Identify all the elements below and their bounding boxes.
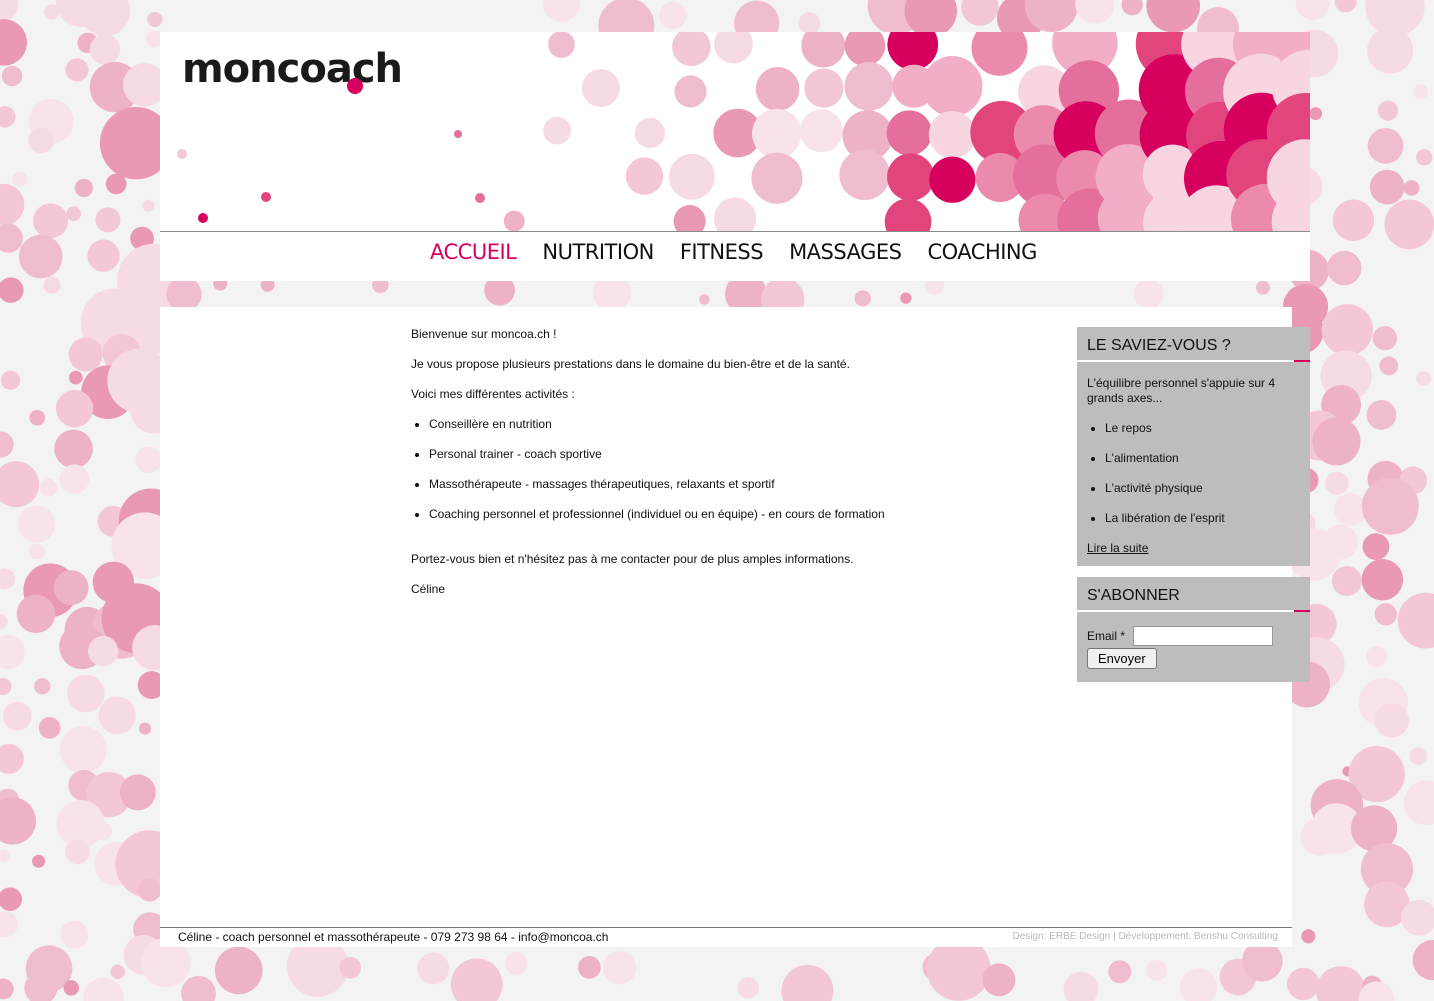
main-navigation: ACCUEIL NUTRITION FITNESS MASSAGES COACH… xyxy=(430,240,1037,264)
activities-heading: Voici mes différentes activités : xyxy=(411,387,575,401)
subscribe-title: S'ABONNER xyxy=(1077,577,1310,612)
closing-text: Portez-vous bien et n'hésitez pas à me c… xyxy=(411,552,854,566)
intro-text: Je vous propose plusieurs prestations da… xyxy=(411,357,850,371)
footer-contact: Céline - coach personnel et massothérape… xyxy=(178,930,609,944)
nav-item-massages[interactable]: MASSAGES xyxy=(789,240,902,264)
email-label: Email * xyxy=(1087,628,1126,643)
list-item: Massothérapeute - massages thérapeutique… xyxy=(429,477,1011,492)
list-item: Le repos xyxy=(1105,421,1300,436)
list-item: Personal trainer - coach sportive xyxy=(429,447,1011,462)
activities-list: Conseillère en nutrition Personal traine… xyxy=(411,417,1011,522)
list-item: Conseillère en nutrition xyxy=(429,417,1011,432)
logo-dot-icon xyxy=(347,78,363,94)
nav-item-coaching[interactable]: COACHING xyxy=(927,240,1037,264)
page-content: Bienvenue sur moncoa.ch ! Je vous propos… xyxy=(411,327,1011,612)
footer-credits[interactable]: Design: ERBE Design | Développement: Ben… xyxy=(1012,931,1278,942)
list-item: L'activité physique xyxy=(1105,481,1300,496)
site-footer: Céline - coach personnel et massothérape… xyxy=(160,927,1292,947)
welcome-text: Bienvenue sur moncoa.ch ! xyxy=(411,327,557,341)
email-input[interactable] xyxy=(1133,626,1274,646)
nav-item-fitness[interactable]: FITNESS xyxy=(680,240,764,264)
send-button[interactable]: Envoyer xyxy=(1087,648,1157,669)
list-item: La libération de l'esprit xyxy=(1105,511,1300,526)
subscribe-box: S'ABONNER Email * Envoyer xyxy=(1077,577,1310,682)
did-you-know-body: L'équilibre personnel s'appuie sur 4 gra… xyxy=(1077,362,1310,556)
list-item: L'alimentation xyxy=(1105,451,1300,466)
list-item: Coaching personnel et professionnel (ind… xyxy=(429,507,1011,522)
nav-item-accueil[interactable]: ACCUEIL xyxy=(430,240,517,264)
read-more-link[interactable]: Lire la suite xyxy=(1087,541,1148,555)
email-row: Email * xyxy=(1087,626,1300,646)
did-you-know-title: LE SAVIEZ-VOUS ? xyxy=(1077,327,1310,362)
main-navigation-bar: ACCUEIL NUTRITION FITNESS MASSAGES COACH… xyxy=(160,231,1310,281)
did-you-know-intro: L'équilibre personnel s'appuie sur 4 gra… xyxy=(1087,376,1276,405)
nav-item-nutrition[interactable]: NUTRITION xyxy=(542,240,654,264)
signature: Céline xyxy=(411,582,446,596)
did-you-know-box: LE SAVIEZ-VOUS ? L'équilibre personnel s… xyxy=(1077,327,1310,566)
subscribe-form: Email * Envoyer xyxy=(1077,612,1310,669)
site-logo[interactable]: moncoach xyxy=(182,46,403,92)
site-header: moncoach xyxy=(160,32,1310,231)
axes-list: Le repos L'alimentation L'activité physi… xyxy=(1087,421,1300,526)
